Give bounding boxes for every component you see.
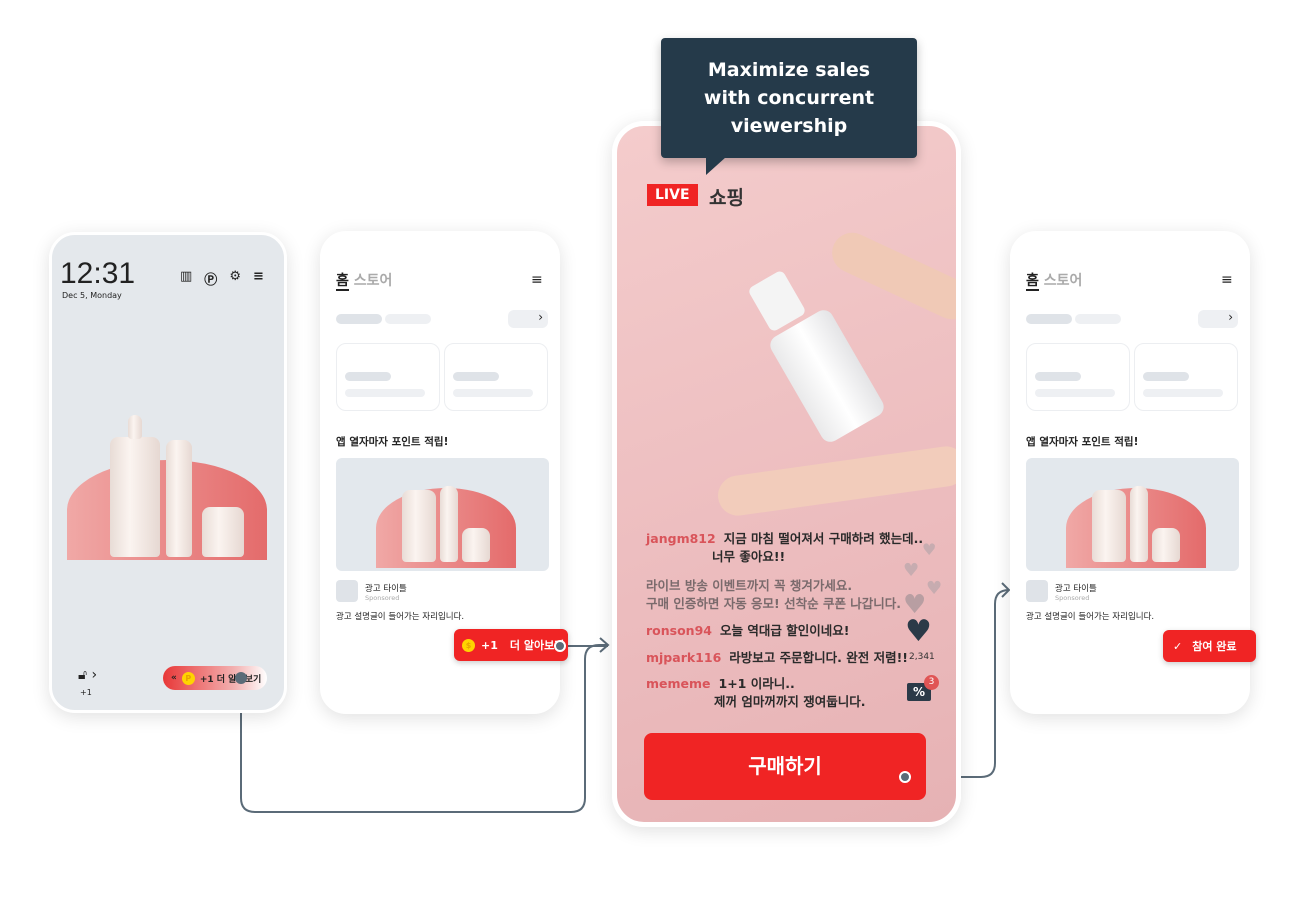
learn-more-slider[interactable]: « P +1 더 알아보기 — [163, 666, 267, 690]
chat-message: mjpark116 라방보고 주문합니다. 완전 저렴!! — [646, 650, 908, 665]
ad-thumbnail — [336, 580, 358, 602]
live-shopping-phone — [612, 121, 961, 827]
chat-notice: 라이브 방송 이벤트까지 꼭 챙겨가세요. 구매 인증하면 자동 응모! 선착순 … — [646, 578, 902, 611]
menu-icon[interactable]: ≡ — [531, 272, 543, 288]
floating-heart-icon: ♥ — [926, 578, 943, 599]
section-title: 앱 열자마자 포인트 적립! — [1026, 436, 1139, 448]
point-coin-icon: P — [181, 671, 195, 685]
ad-description: 광고 설명글이 들어가는 자리입니다. — [1026, 612, 1155, 622]
coin-icon: $ — [462, 638, 475, 652]
tab-store[interactable]: 스토어 — [1044, 273, 1083, 289]
gear-icon[interactable]: ⚙ — [229, 269, 241, 288]
floating-heart-icon: ♥ — [903, 560, 920, 581]
ad-thumbnail — [1026, 580, 1048, 602]
chevron-right-icon[interactable]: › — [508, 310, 548, 328]
ad-image[interactable] — [1026, 458, 1239, 571]
date: Dec 5, Monday — [62, 291, 122, 300]
connector-dot — [235, 672, 247, 684]
unlock-icon[interactable]: 🔓︎ › — [78, 667, 97, 683]
chat-message: jangm812 지금 마침 떨어져서 구매하려 했는데.. 너무 좋아요!! — [646, 531, 924, 564]
tab-store[interactable]: 스토어 — [354, 273, 393, 289]
ad-title: 광고 타이틀 — [1055, 584, 1097, 594]
point-plus-icon[interactable]: Ⓟ — [204, 269, 217, 288]
ad-description: 광고 설명글이 들어가는 자리입니다. — [336, 612, 465, 622]
tab-home[interactable]: 홈 — [336, 273, 349, 291]
unlock-reward: +1 — [80, 688, 92, 697]
menu-icon[interactable]: ≡ — [1221, 272, 1233, 288]
ad-title: 광고 타이틀 — [365, 584, 407, 594]
ad-sponsored: Sponsored — [365, 594, 400, 602]
chevrons-left-icon: « — [171, 673, 177, 683]
clock: 12:31 — [60, 257, 136, 290]
menu-icon[interactable]: ≡ — [253, 269, 264, 288]
chat-message: mememe 1+1 이라니.. 제꺼 엄마꺼까지 쟁여둡니다. — [646, 676, 866, 709]
tab-home[interactable]: 홈 — [1026, 273, 1039, 291]
buy-button[interactable]: 구매하기 — [644, 733, 926, 800]
check-icon: ✓ — [1173, 639, 1183, 653]
complete-badge: ✓ 참여 완료 — [1163, 630, 1256, 662]
like-heart-icon[interactable]: ♥ — [905, 617, 932, 647]
product-image — [52, 395, 284, 565]
tooltip: Maximize sales with concurrent viewershi… — [661, 38, 917, 158]
live-title: 쇼핑 — [709, 187, 744, 209]
coupon-count-badge: 3 — [924, 675, 939, 690]
chat-message: ronson94 오늘 역대급 할인이네요! — [646, 623, 850, 638]
live-badge: LIVE — [647, 184, 698, 206]
like-count: 2,341 — [909, 652, 935, 662]
lockscreen-phone: 12:31 Dec 5, Monday ▥ Ⓟ ⚙ ≡ 🔓︎ › +1 « P … — [49, 232, 287, 713]
ad-image[interactable] — [336, 458, 549, 571]
floating-heart-icon: ♥ — [922, 540, 937, 559]
barcode-icon[interactable]: ▥ — [180, 269, 192, 288]
ad-sponsored: Sponsored — [1055, 594, 1090, 602]
chevron-right-icon[interactable]: › — [1198, 310, 1238, 328]
connector-dot — [554, 640, 566, 652]
tooltip-pointer — [706, 157, 726, 175]
connector-dot — [899, 771, 911, 783]
section-title: 앱 열자마자 포인트 적립! — [336, 436, 449, 448]
learn-more-badge[interactable]: $ +1 더 알아보기 — [454, 629, 568, 661]
hands-product-image — [677, 226, 956, 576]
